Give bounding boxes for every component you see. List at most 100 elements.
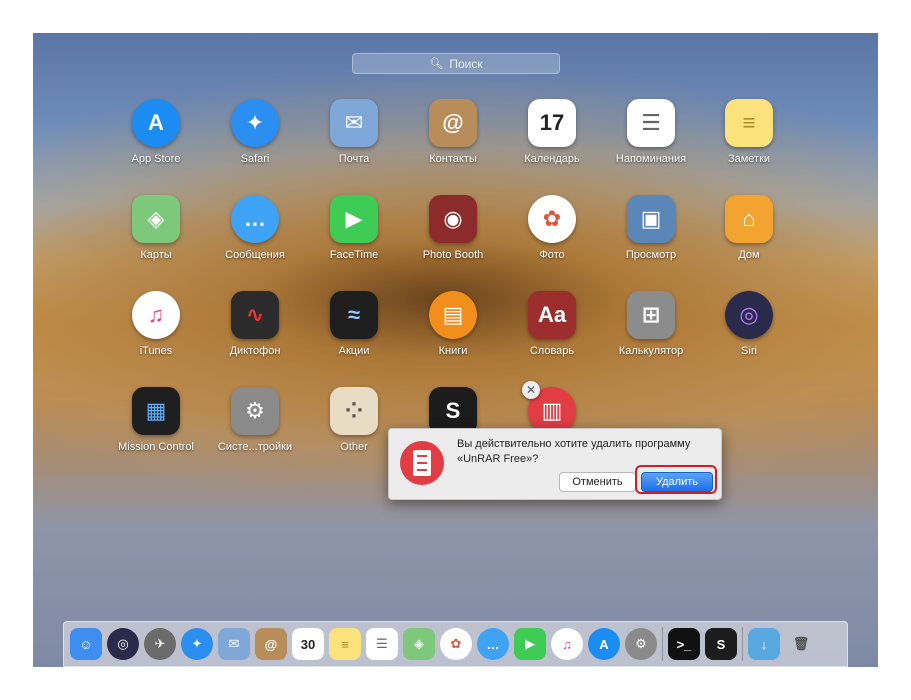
dock: ☺ ◎ ✈ ✦ ✉ @30 ≡ ☰ ◈ ✿… ▶ ♫ A ⚙ >_ S ↓ 🗑 xyxy=(63,621,848,667)
app-store-icon: A xyxy=(132,99,180,147)
maps-icon[interactable]: ◈ xyxy=(403,628,435,660)
calculator-icon: ⊞ xyxy=(627,291,675,339)
siri-icon[interactable]: ◎ xyxy=(107,628,139,660)
itunes-icon[interactable]: ♫ xyxy=(551,628,583,660)
app-photos[interactable]: ✿ Фото xyxy=(504,195,600,261)
messages-icon: … xyxy=(231,195,279,243)
voice-memos-icon: ∿ xyxy=(231,291,279,339)
delete-confirmation-dialog: Вы действительно хотите удалить программ… xyxy=(388,428,722,500)
mail-icon: ✉ xyxy=(330,99,378,147)
maps-icon: ◈ xyxy=(132,195,180,243)
downloads-folder-icon[interactable]: ↓ xyxy=(748,628,780,660)
app-label: Контакты xyxy=(429,153,477,165)
app-mail[interactable]: ✉ Почта xyxy=(306,99,402,165)
contacts-icon: @ xyxy=(429,99,477,147)
app-label: Фото xyxy=(539,249,565,261)
launchpad: 🔍︎ Поиск A App Store ✦ Safari ✉ Почта @ Контакт… xyxy=(33,33,878,667)
app-stocks[interactable]: ≈ Акции xyxy=(306,291,402,357)
itunes-icon: ♫ xyxy=(132,291,180,339)
search-placeholder: Поиск xyxy=(449,56,483,71)
calendar-icon[interactable]: 30 xyxy=(292,628,324,660)
app-reminders[interactable]: ☰ Напоминания xyxy=(603,99,699,165)
app-label: App Store xyxy=(131,153,181,165)
scrivener-icon[interactable]: S xyxy=(705,628,737,660)
app-siri[interactable]: ◎ Siri xyxy=(701,291,797,357)
app-itunes[interactable]: ♫ iTunes xyxy=(108,291,204,357)
app-preview[interactable]: ▣ Просмотр xyxy=(603,195,699,261)
home-icon: ⌂ xyxy=(725,195,773,243)
messages-icon[interactable]: … xyxy=(477,628,509,660)
mail-icon[interactable]: ✉ xyxy=(218,628,250,660)
unrar-icon xyxy=(400,441,444,485)
app-dictionary[interactable]: Aa Словарь xyxy=(504,291,600,357)
app-label: Safari xyxy=(240,153,270,165)
app-label: Заметки xyxy=(727,153,771,165)
dock-separator xyxy=(742,627,743,661)
app-photo-booth[interactable]: ◉ Photo Booth xyxy=(405,195,501,261)
app-facetime[interactable]: ▶ FaceTime xyxy=(306,195,402,261)
close-icon[interactable]: ✕ xyxy=(522,381,540,399)
app-safari[interactable]: ✦ Safari xyxy=(207,99,303,165)
app-notes[interactable]: ≡ Заметки xyxy=(701,99,797,165)
safari-icon[interactable]: ✦ xyxy=(181,628,213,660)
dock-separator xyxy=(662,627,663,661)
system-preferences-icon[interactable]: ⚙ xyxy=(625,628,657,660)
app-label: Mission Control xyxy=(118,441,194,453)
finder-icon[interactable]: ☺ xyxy=(70,628,102,660)
stocks-icon: ≈ xyxy=(330,291,378,339)
cancel-button[interactable]: Отменить xyxy=(559,472,636,492)
app-label: Siri xyxy=(741,345,757,357)
app-label: Карты xyxy=(140,249,172,261)
dictionary-icon: Aa xyxy=(528,291,576,339)
facetime-icon[interactable]: ▶ xyxy=(514,628,546,660)
launchpad-icon[interactable]: ✈ xyxy=(144,628,176,660)
app-label: Photo Booth xyxy=(422,249,484,261)
photos-icon[interactable]: ✿ xyxy=(440,628,472,660)
delete-button[interactable]: Удалить xyxy=(641,472,713,492)
app-label: Акции xyxy=(338,345,370,357)
dialog-message: Вы действительно хотите удалить программ… xyxy=(457,438,691,465)
app-label: Дом xyxy=(738,249,760,261)
app-label: Книги xyxy=(438,345,468,357)
app-system-preferences[interactable]: ⚙ Систе...тройки xyxy=(207,387,303,453)
notes-icon: ≡ xyxy=(725,99,773,147)
photo-booth-icon: ◉ xyxy=(429,195,477,243)
app-label: Напоминания xyxy=(615,153,687,165)
app-label: Календарь xyxy=(524,153,580,165)
app-calendar[interactable]: 17 Календарь xyxy=(504,99,600,165)
app-books[interactable]: ▤ Книги xyxy=(405,291,501,357)
app-contacts[interactable]: @ Контакты xyxy=(405,99,501,165)
app-messages[interactable]: … Сообщения xyxy=(207,195,303,261)
app-voice-memos[interactable]: ∿ Диктофон xyxy=(207,291,303,357)
photos-icon: ✿ xyxy=(528,195,576,243)
terminal-icon[interactable]: >_ xyxy=(668,628,700,660)
mission-control-icon: ▦ xyxy=(132,387,180,435)
app-label: Просмотр xyxy=(625,249,677,261)
app-label: Сообщения xyxy=(225,249,285,261)
app-label: FaceTime xyxy=(329,249,379,261)
app-store-icon[interactable]: A xyxy=(588,628,620,660)
siri-icon: ◎ xyxy=(725,291,773,339)
preview-icon: ▣ xyxy=(627,195,675,243)
system-preferences-icon: ⚙ xyxy=(231,387,279,435)
facetime-icon: ▶ xyxy=(330,195,378,243)
app-home[interactable]: ⌂ Дом xyxy=(701,195,797,261)
reminders-icon[interactable]: ☰ xyxy=(366,628,398,660)
notes-icon[interactable]: ≡ xyxy=(329,628,361,660)
safari-icon: ✦ xyxy=(231,99,279,147)
app-calculator[interactable]: ⊞ Калькулятор xyxy=(603,291,699,357)
app-mission-control[interactable]: ▦ Mission Control xyxy=(108,387,204,453)
app-label: Диктофон xyxy=(229,345,281,357)
trash-icon[interactable]: 🗑 xyxy=(785,628,817,660)
app-maps[interactable]: ◈ Карты xyxy=(108,195,204,261)
search-icon: 🔍︎ xyxy=(429,58,444,70)
other-folder-icon: ⁘ xyxy=(330,387,378,435)
app-label: Систе...тройки xyxy=(217,441,293,453)
search-field[interactable]: 🔍︎ Поиск xyxy=(352,53,560,74)
app-label: iTunes xyxy=(139,345,173,357)
app-app-store[interactable]: A App Store xyxy=(108,99,204,165)
contacts-icon[interactable]: @ xyxy=(255,628,287,660)
books-icon: ▤ xyxy=(429,291,477,339)
app-label: Калькулятор xyxy=(618,345,684,357)
app-label: Словарь xyxy=(529,345,575,357)
